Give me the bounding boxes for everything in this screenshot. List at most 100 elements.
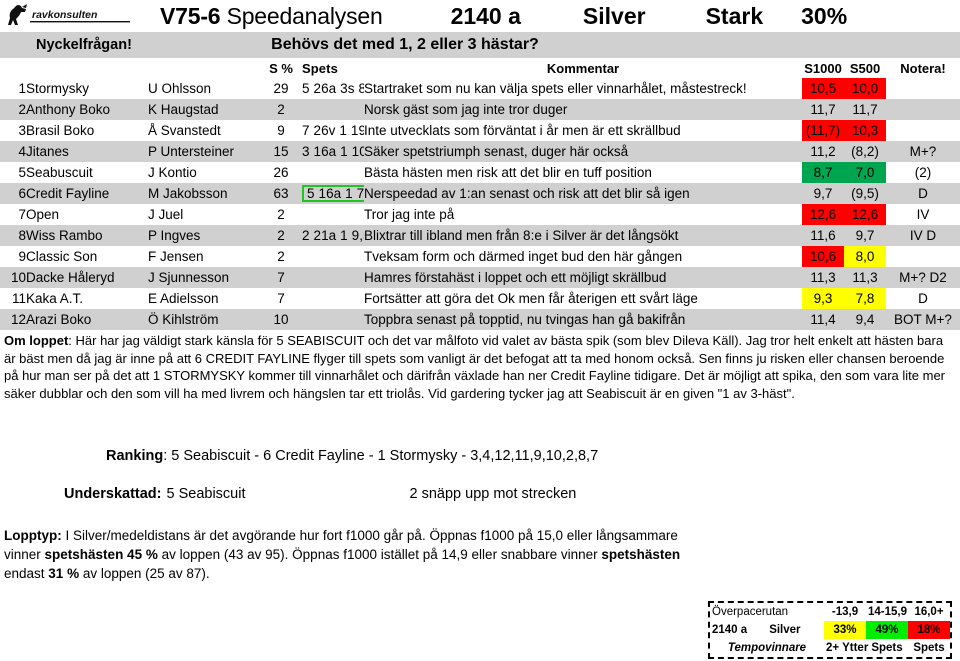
underrated-value: 5 Seabiscuit bbox=[166, 486, 246, 502]
overpace-tempo-label: Tempovinnare bbox=[727, 642, 807, 654]
s1000-value: 11,7 bbox=[802, 99, 844, 120]
s1000-value: 9,7 bbox=[802, 183, 844, 204]
s500-value: 7,0 bbox=[844, 162, 886, 183]
horse-name: Classic Son bbox=[26, 249, 98, 264]
horse-comment: Startraket som nu kan välja spets eller … bbox=[364, 81, 747, 96]
col-spets: Spets bbox=[302, 59, 364, 78]
horse-number: 1 bbox=[18, 81, 26, 96]
horse-comment: Hamres förstahäst i loppet och ett möjli… bbox=[364, 267, 802, 288]
horse-number: 10 bbox=[0, 267, 26, 288]
table-row[interactable]: 11 Kaka A.T. E Adielsson 7 Fortsätter att gö… bbox=[0, 288, 960, 309]
lopptyp-label: Lopptyp: bbox=[4, 528, 62, 543]
table-row[interactable]: 7 Open J Juel 2 Tror jag inte på 12,6 12,6 IV bbox=[0, 204, 960, 225]
spets-highlight-box: 5 16a 1 7,1 bbox=[302, 185, 364, 202]
horse-name: Jitanes bbox=[26, 141, 148, 162]
s500-value: (9,5) bbox=[844, 183, 886, 204]
overpace-value-row: 2140 a Silver 33% 49% 18% bbox=[710, 621, 950, 639]
horse-number: 5 bbox=[18, 165, 26, 180]
spets-form: 2 21a 1 9,5 bbox=[302, 225, 364, 246]
col-s-percent: S % bbox=[260, 59, 302, 78]
table-row[interactable]: 5 Seabuscuit J Kontio 26 Bästa hästen men ri… bbox=[0, 162, 960, 183]
s500-value: 10,3 bbox=[844, 120, 886, 141]
s500-value: 11,3 bbox=[844, 267, 886, 288]
s1000-value: 10,5 bbox=[802, 78, 844, 99]
spets-percent: 2 bbox=[277, 207, 285, 222]
notera-value: M+? D2 bbox=[886, 267, 960, 288]
s1000-value: 11,3 bbox=[802, 267, 844, 288]
horse-number: 4 bbox=[0, 141, 26, 162]
horse-comment: Inte utvecklats som förväntat i år men ä… bbox=[364, 123, 681, 138]
lopptyp-paragraph: Lopptyp: I Silver/medeldistans är det av… bbox=[0, 526, 704, 583]
table-row[interactable]: 12 Arazi Boko Ö Kihlström 10 Toppbra senast … bbox=[0, 309, 960, 330]
table-row[interactable]: 10 Dacke Håleryd J Sjunnesson 7 Hamres först… bbox=[0, 267, 960, 288]
underrated-line: Underskattad: 5 Seabiscuit 2 snäpp upp m… bbox=[0, 486, 960, 502]
overpace-class: Silver bbox=[769, 624, 801, 636]
overpace-header-2: 16,0+ bbox=[914, 606, 944, 618]
horse-name: Anthony Boko bbox=[26, 99, 148, 120]
horse-comment: Blixtrar till ibland men från 8:e i Silv… bbox=[364, 225, 802, 246]
about-race-paragraph: Om loppet: Här har jag väldigt stark kän… bbox=[0, 330, 960, 402]
overpace-header-row: Överpacerutan -13,9 14-15,9 16,0+ bbox=[710, 603, 950, 621]
horses-table-body: 1StormyskyU Ohlsson295 26a 3s 8,4Startra… bbox=[0, 78, 960, 330]
notera-value bbox=[886, 120, 960, 141]
race-percent: 30% bbox=[801, 2, 848, 29]
overpace-distance: 2140 a bbox=[712, 624, 748, 636]
horse-comment: Nerspeedad av 1:an senast och risk att d… bbox=[364, 183, 802, 204]
table-row[interactable]: 2 Anthony Boko K Haugstad 2 Norsk gäst som j… bbox=[0, 99, 960, 120]
overpace-box: Överpacerutan -13,9 14-15,9 16,0+ 2140 a… bbox=[708, 601, 952, 659]
race-class: Silver bbox=[582, 2, 646, 29]
horse-name: Kaka A.T. bbox=[26, 291, 84, 306]
s500-value: 7,8 bbox=[844, 288, 886, 309]
horse-number: 6 bbox=[0, 183, 26, 204]
col-notera: Notera! bbox=[886, 59, 960, 78]
lopptyp-part2: av loppen (43 av 95). Öppnas f1000 istäl… bbox=[157, 547, 602, 562]
table-row[interactable]: 1Stormysky U Ohlsson 29 5 26a 3s 8,4Startra… bbox=[0, 78, 960, 99]
overpace-percent-2: 18% bbox=[908, 621, 950, 639]
spets-form bbox=[302, 162, 364, 183]
horse-name: Wiss Rambo bbox=[26, 225, 148, 246]
page-title: V75-6 Speedanalysen bbox=[160, 3, 383, 30]
driver-name: Ö Kihlström bbox=[148, 309, 260, 330]
table-row[interactable]: 8 Wiss Rambo P Ingves 2 2 21a 1 9,5 Blixtrar … bbox=[0, 225, 960, 246]
about-race-label: Om loppet bbox=[4, 333, 69, 348]
table-row[interactable]: 4JitanesP Untersteiner153 16a 1 10,7Säke… bbox=[0, 141, 960, 162]
spets-form bbox=[302, 309, 364, 330]
s500-value: 10,0 bbox=[844, 78, 886, 99]
horse-number: 11 bbox=[11, 291, 26, 306]
driver-name: P Untersteiner bbox=[148, 141, 260, 162]
notera-value: BOT M+? bbox=[886, 309, 960, 330]
ranking-line: Ranking: 5 Seabiscuit - 6 Credit Fayline… bbox=[0, 448, 960, 464]
horse-comment: Tveksam form och därmed inget bud den hä… bbox=[364, 249, 683, 264]
s1000-value: 11,4 bbox=[802, 309, 844, 330]
overpace-percent-0: 33% bbox=[824, 621, 866, 639]
s1000-value: 11,2 bbox=[802, 141, 844, 162]
key-question-text: Behövs det med 1, 2 eller 3 hästar? bbox=[271, 36, 539, 53]
horse-comment: Fortsätter att göra det Ok men får återi… bbox=[364, 291, 698, 306]
horse-name: Dacke Håleryd bbox=[26, 267, 148, 288]
notera-value bbox=[886, 99, 960, 120]
driver-name: M Jakobsson bbox=[148, 183, 260, 204]
horse-number: 7 bbox=[18, 207, 26, 222]
table-row[interactable]: 9 Classic Son F Jensen 2 Tveksam form och dä… bbox=[0, 246, 960, 267]
table-header-row: S % Spets Kommentar S1000 S500 Notera! bbox=[0, 59, 960, 78]
analysis-name: Speedanalysen bbox=[226, 2, 383, 29]
overpace-distance-cell: 2140 a Silver bbox=[710, 621, 824, 639]
spets-form bbox=[302, 99, 364, 120]
horse-comment: Toppbra senast på topptid, nu tvingas ha… bbox=[364, 309, 802, 330]
notera-value bbox=[886, 78, 960, 99]
s1000-value: 10,6 bbox=[802, 246, 844, 267]
table-row[interactable]: 6Credit FaylineM Jakobsson635 16a 1 7,1N… bbox=[0, 183, 960, 204]
horse-comment: Bästa hästen men risk att det blir en tu… bbox=[364, 165, 652, 180]
s500-value: 8,0 bbox=[844, 246, 886, 267]
overpace-footer-1: Spets bbox=[871, 642, 903, 654]
overpace-footer-0: 2+ Ytter bbox=[826, 642, 869, 654]
speed-analysis-page: ravkonsulten V75-6 Speedanalysen 2140 a … bbox=[0, 0, 960, 661]
horse-number: 2 bbox=[0, 99, 26, 120]
driver-name: K Haugstad bbox=[148, 99, 260, 120]
driver-name: J Sjunnesson bbox=[148, 267, 260, 288]
horse-name: Arazi Boko bbox=[26, 309, 148, 330]
spets-percent: 2 bbox=[277, 249, 285, 264]
table-row[interactable]: 3Brasil Boko Å Svanstedt 9 7 26v 1 19,7Inte… bbox=[0, 120, 960, 141]
s500-value: 9,7 bbox=[844, 225, 886, 246]
horse-logo-icon: ravkonsulten bbox=[8, 4, 130, 25]
